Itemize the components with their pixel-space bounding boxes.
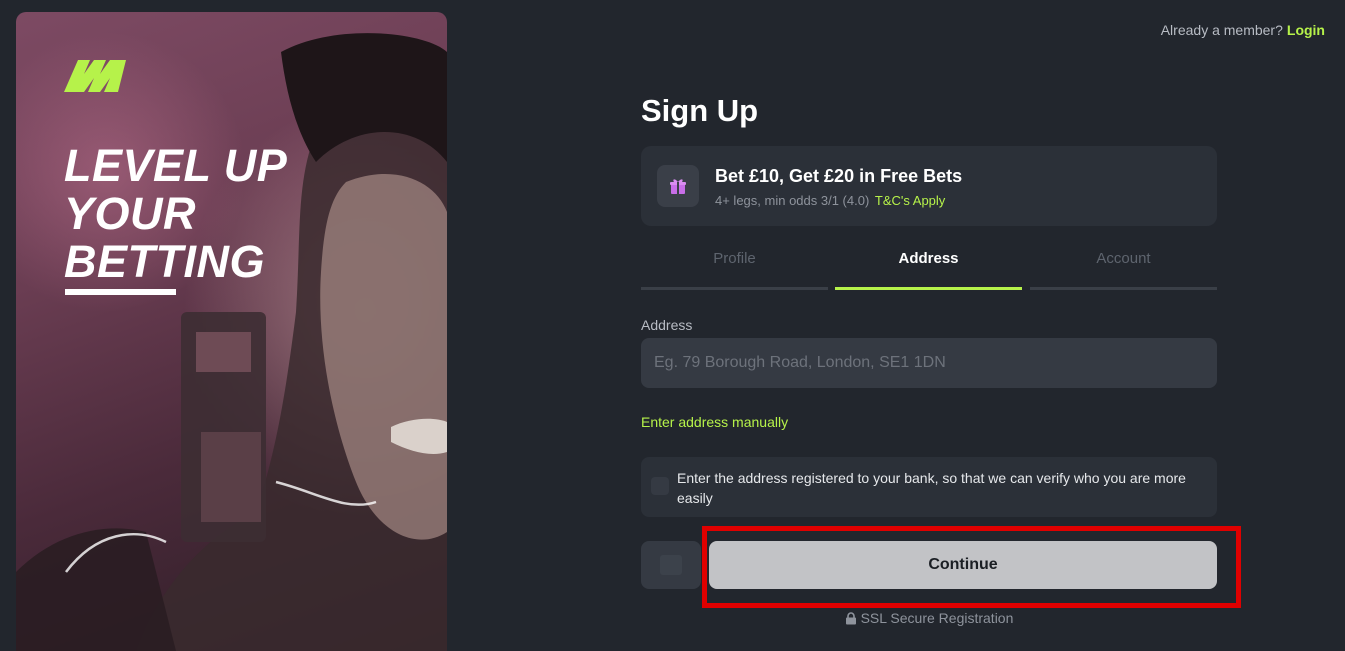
promo-terms-text: 4+ legs, min odds 3/1 (4.0)	[715, 193, 870, 208]
signup-page: LEVEL UP YOUR BETTING Already a member? L…	[0, 0, 1345, 651]
tab-account-label: Account	[1096, 250, 1151, 267]
headline-line-1: LEVEL UP	[64, 140, 288, 191]
info-note: Enter the address registered to your ban…	[641, 457, 1217, 517]
member-prompt: Already a member? Login	[1161, 22, 1325, 38]
signup-form: Sign Up Bet £10, Get £20 in Free Bets 4+…	[641, 90, 1241, 626]
terms-link[interactable]: T&C's Apply	[875, 193, 945, 208]
hero-photo	[16, 33, 447, 651]
tab-address-label: Address	[898, 250, 959, 267]
signup-steps: Profile Address Account	[641, 242, 1217, 290]
info-icon	[651, 477, 669, 495]
member-prompt-text: Already a member?	[1160, 22, 1283, 38]
back-button[interactable]	[641, 541, 701, 589]
tab-address[interactable]: Address	[835, 242, 1022, 290]
address-label: Address	[641, 317, 693, 333]
tab-account-bar	[1030, 287, 1217, 290]
headline-underline	[65, 289, 176, 295]
address-input[interactable]	[641, 338, 1217, 388]
page-title: Sign Up	[641, 93, 759, 128]
continue-button[interactable]: Continue	[709, 541, 1217, 589]
login-link[interactable]: Login	[1287, 22, 1325, 38]
tab-profile-bar	[641, 287, 828, 290]
tab-address-bar	[835, 287, 1022, 290]
tab-profile[interactable]: Profile	[641, 242, 828, 290]
back-icon	[660, 555, 682, 575]
gift-icon	[657, 165, 699, 207]
promo-subtitle: 4+ legs, min odds 3/1 (4.0) T&C's Apply	[715, 193, 945, 208]
hero-panel: LEVEL UP YOUR BETTING	[16, 12, 447, 651]
promo-title: Bet £10, Get £20 in Free Bets	[715, 166, 963, 186]
headline-line-2: YOUR	[64, 188, 197, 239]
brand-logo	[64, 60, 126, 92]
headline-line-3: BETTING	[64, 236, 265, 287]
lock-icon	[845, 612, 856, 625]
ssl-secure-text: SSL Secure Registration	[860, 610, 1014, 626]
enter-address-manually-link[interactable]: Enter address manually	[641, 414, 788, 430]
tab-account[interactable]: Account	[1030, 242, 1217, 290]
tab-profile-label: Profile	[713, 250, 756, 267]
info-note-text: Enter the address registered to your ban…	[677, 470, 1186, 506]
promo-banner: Bet £10, Get £20 in Free Bets 4+ legs, m…	[641, 146, 1217, 226]
hero-headline: LEVEL UP YOUR BETTING	[64, 142, 364, 286]
ssl-secure-note: SSL Secure Registration	[641, 610, 1217, 626]
